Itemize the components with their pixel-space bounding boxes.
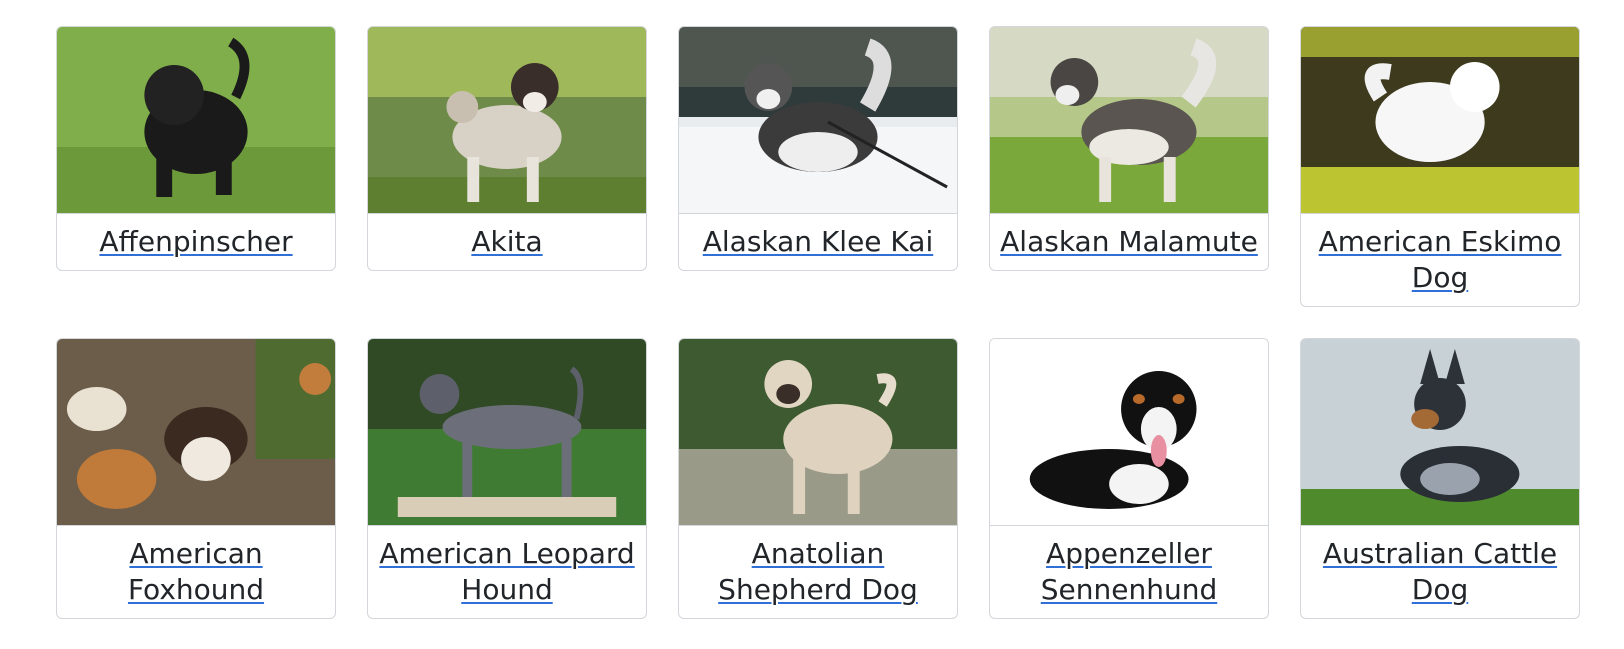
- breed-card: Appenzeller Sennenhund: [989, 338, 1269, 619]
- breed-link[interactable]: Affenpinscher: [99, 225, 292, 258]
- breed-card: American Leopard Hound: [367, 338, 647, 619]
- breed-card-body: American Foxhound: [57, 525, 335, 618]
- breed-link[interactable]: Alaskan Malamute: [1000, 225, 1258, 258]
- breed-card: Affenpinscher: [56, 26, 336, 271]
- breed-card-body: Akita: [368, 213, 646, 270]
- breed-card: Alaskan Malamute: [989, 26, 1269, 271]
- breed-card-body: Alaskan Klee Kai: [679, 213, 957, 270]
- breed-image-alaskan-klee-kai[interactable]: [679, 27, 957, 213]
- breed-image-appenzeller-sennenhund[interactable]: [990, 339, 1268, 525]
- breed-card: Anatolian Shepherd Dog: [678, 338, 958, 619]
- breed-link[interactable]: Appenzeller Sennenhund: [1041, 537, 1217, 606]
- breed-image-american-foxhound[interactable]: [57, 339, 335, 525]
- breed-link[interactable]: American Leopard Hound: [379, 537, 634, 606]
- breed-card-body: Anatolian Shepherd Dog: [679, 525, 957, 618]
- breed-card-body: Affenpinscher: [57, 213, 335, 270]
- breed-card: Alaskan Klee Kai: [678, 26, 958, 271]
- breed-link[interactable]: Alaskan Klee Kai: [703, 225, 934, 258]
- breed-grid: Affenpinscher Akita Alaskan Klee Kai Ala…: [56, 26, 1584, 619]
- breed-link[interactable]: Akita: [471, 225, 542, 258]
- breed-card-body: American Eskimo Dog: [1301, 213, 1579, 306]
- breed-image-american-leopard-hound[interactable]: [368, 339, 646, 525]
- breed-card: Akita: [367, 26, 647, 271]
- breed-image-akita[interactable]: [368, 27, 646, 213]
- breed-image-affenpinscher[interactable]: [57, 27, 335, 213]
- breed-link[interactable]: Anatolian Shepherd Dog: [718, 537, 918, 606]
- breed-card-body: Australian Cattle Dog: [1301, 525, 1579, 618]
- breed-card: American Foxhound: [56, 338, 336, 619]
- breed-card-body: Appenzeller Sennenhund: [990, 525, 1268, 618]
- breed-link[interactable]: Australian Cattle Dog: [1323, 537, 1557, 606]
- breed-image-american-eskimo-dog[interactable]: [1301, 27, 1579, 213]
- breed-image-australian-cattle-dog[interactable]: [1301, 339, 1579, 525]
- breed-card-body: American Leopard Hound: [368, 525, 646, 618]
- breed-card-body: Alaskan Malamute: [990, 213, 1268, 270]
- breed-card: Australian Cattle Dog: [1300, 338, 1580, 619]
- breed-link[interactable]: American Eskimo Dog: [1319, 225, 1562, 294]
- breed-image-alaskan-malamute[interactable]: [990, 27, 1268, 213]
- breed-image-anatolian-shepherd-dog[interactable]: [679, 339, 957, 525]
- breed-link[interactable]: American Foxhound: [128, 537, 264, 606]
- breed-card: American Eskimo Dog: [1300, 26, 1580, 307]
